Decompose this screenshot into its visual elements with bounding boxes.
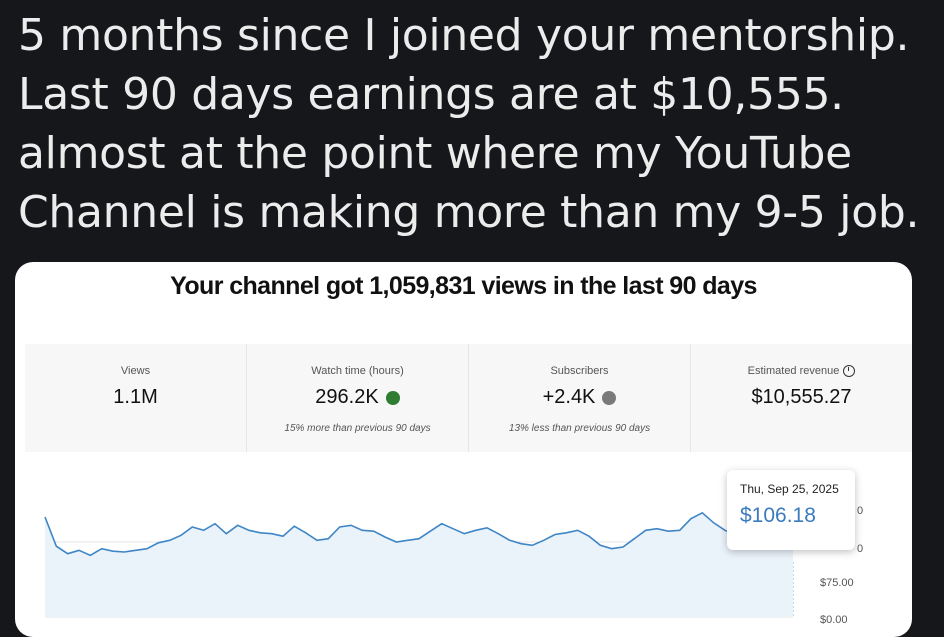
post-line: almost at the point where my YouTube [18,128,852,179]
metric-value: 1.1M [113,386,158,408]
metric-label: Views [120,365,151,377]
metric-watch-time[interactable]: Watch time (hours) 296.2K 15% more than … [247,344,469,452]
tooltip-value: $106.18 [740,504,816,527]
metric-label: Estimated revenue [691,365,912,378]
metric-sub: 13% less than previous 90 days [508,423,651,434]
metric-value: 296.2K [315,386,400,409]
post-text: 5 months since I joined your mentorship.… [18,6,938,242]
metric-value: $10,555.27 [751,386,852,409]
tooltip-date: Thu, Sep 25, 2025 [740,482,839,496]
arrow-down-icon [602,390,617,405]
metric-views[interactable]: Views 1.1M [25,344,247,452]
metrics-row: Views 1.1M Watch time (hours) 296.2K 15%… [25,344,912,452]
post-line: 5 months since I joined your mentorship. [18,10,910,61]
metric-label: Watch time (hours) [311,365,404,377]
metric-sub: 15% more than previous 90 days [284,423,431,434]
post-line: Channel is making more than my 9-5 job. [18,187,920,238]
card-headline: Your channel got 1,059,831 views in the … [170,272,757,300]
chart-tooltip: Thu, Sep 25, 2025 $106.18 [727,470,855,550]
y-tick-label: $75.00 [820,577,854,589]
arrow-up-icon [385,390,400,405]
metric-revenue[interactable]: Estimated revenue $10,555.27 [691,344,912,452]
y-tick-label: 0 [857,505,863,517]
y-tick-label: $0.00 [820,614,848,626]
metric-value: +2.4K [543,386,617,409]
metric-label: Subscribers [550,365,609,377]
metric-subscribers[interactable]: Subscribers +2.4K 13% less than previous… [469,344,691,452]
post-line: Last 90 days earnings are at $10,555. [18,69,844,120]
analytics-card: Your channel got 1,059,831 views in the … [15,262,912,637]
y-tick-label: 0 [857,543,863,555]
clock-icon [843,365,856,378]
